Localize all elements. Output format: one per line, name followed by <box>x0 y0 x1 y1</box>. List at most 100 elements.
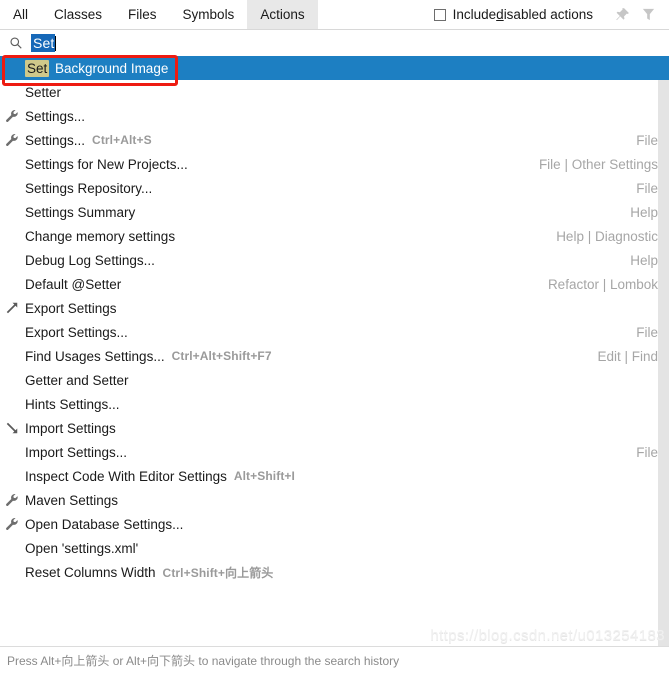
result-row[interactable]: Settings Repository... File <box>0 176 669 200</box>
result-row[interactable]: Reset Columns Width Ctrl+Shift+向上箭头 <box>0 560 669 584</box>
result-row-label: Change memory settings <box>25 229 175 244</box>
result-row[interactable]: Export Settings... File <box>0 320 669 344</box>
match-highlight: Set <box>25 59 50 77</box>
result-row[interactable]: Settings... <box>0 104 669 128</box>
result-row-group: File <box>636 132 658 148</box>
result-row-label: Set Background Image <box>25 59 168 77</box>
result-row-label: Settings Repository... <box>25 181 152 196</box>
result-row-group: Help <box>630 204 658 220</box>
result-row-shortcut: Ctrl+Alt+S <box>92 133 152 147</box>
include-disabled-prefix: Include <box>452 7 497 22</box>
result-row-text: Default @Setter <box>25 276 122 292</box>
result-row[interactable]: Default @Setter Refactor | Lombok <box>0 272 669 296</box>
result-row[interactable]: Debug Log Settings... Help <box>0 248 669 272</box>
result-row-shortcut: Ctrl+Shift+向上箭头 <box>162 565 274 580</box>
result-row-text: Import Settings... <box>25 444 128 460</box>
result-row-label: Getter and Setter <box>25 373 129 388</box>
result-row[interactable]: Setter <box>0 80 669 104</box>
wrench-icon <box>5 517 23 531</box>
result-row-group: Help <box>630 252 658 268</box>
result-row-group: File <box>636 180 658 196</box>
result-row[interactable]: Settings Summary Help <box>0 200 669 224</box>
result-row[interactable]: Hints Settings... <box>0 392 669 416</box>
result-row-text: Maven Settings <box>25 492 119 508</box>
result-row-label: Inspect Code With Editor Settings <box>25 469 227 484</box>
tab-all[interactable]: All <box>0 0 41 29</box>
search-input[interactable]: Set <box>31 34 56 52</box>
result-row[interactable]: Change memory settings Help | Diagnostic <box>0 224 669 248</box>
result-row[interactable]: Getter and Setter <box>0 368 669 392</box>
result-row-text: Import Settings <box>25 420 116 436</box>
result-row-text: Export Settings... <box>25 324 128 340</box>
watermark: https://blog.csdn.net/u013254183 <box>430 627 665 644</box>
result-row-label: Open 'settings.xml' <box>25 541 138 556</box>
result-row[interactable]: Find Usages Settings... Ctrl+Alt+Shift+F7… <box>0 344 669 368</box>
result-row-text: Open Database Settings... <box>25 516 184 532</box>
result-row-group: Edit | Find <box>597 348 658 364</box>
result-row[interactable]: Settings for New Projects... File | Other… <box>0 152 669 176</box>
tab-label: Classes <box>54 7 103 22</box>
tab-actions[interactable]: Actions <box>247 0 318 29</box>
include-disabled-mnemonic: d <box>496 7 504 22</box>
result-row-group: Refactor | Lombok <box>547 276 658 292</box>
search-icon <box>9 36 23 50</box>
result-row-group: File <box>636 444 658 460</box>
result-row-text: Change memory settings <box>25 228 176 244</box>
result-row-label: Settings... <box>25 109 85 124</box>
result-row-label: Import Settings... <box>25 445 127 460</box>
result-row[interactable]: Import Settings <box>0 416 669 440</box>
wrench-icon <box>5 109 23 123</box>
status-bar: Press Alt+向上箭头 or Alt+向下箭头 to navigate t… <box>0 646 669 674</box>
result-row[interactable]: Open 'settings.xml' <box>0 536 669 560</box>
result-row-text: Settings Repository... <box>25 180 153 196</box>
tab-classes[interactable]: Classes <box>41 0 115 29</box>
include-disabled-suffix: isabled actions <box>503 7 593 22</box>
tab-files[interactable]: Files <box>115 0 170 29</box>
wrench-icon <box>5 133 23 147</box>
result-row-group: Help | Diagnostic <box>556 228 658 244</box>
filter-funnel-icon[interactable] <box>635 2 661 28</box>
tab-bar: All Classes Files Symbols Actions Include di… <box>0 0 669 30</box>
pin-icon[interactable] <box>609 2 635 28</box>
result-row-label: Settings... <box>25 133 85 148</box>
tab-label: Symbols <box>182 7 235 22</box>
search-results-list[interactable]: Set Background Image Setter Settings... Set… <box>0 56 669 647</box>
result-row-text: Inspect Code With Editor Settings <box>25 468 227 484</box>
result-row-label: Export Settings <box>25 301 117 316</box>
tab-label: Files <box>128 7 157 22</box>
result-row[interactable]: Export Settings <box>0 296 669 320</box>
status-bar-text: Press Alt+向上箭头 or Alt+向下箭头 to navigate t… <box>7 654 400 668</box>
wrench-icon <box>5 493 23 507</box>
result-row-label: Reset Columns Width <box>25 565 156 580</box>
result-row-text: Getter and Setter <box>25 372 129 388</box>
search-bar[interactable]: Set <box>0 30 669 56</box>
result-row-text: Find Usages Settings... <box>25 348 165 364</box>
result-row-text: Settings... <box>25 132 86 148</box>
result-row[interactable]: Set Background Image <box>0 56 669 80</box>
result-row-text: Setter <box>25 84 62 100</box>
result-row-group: File <box>636 324 658 340</box>
result-row[interactable]: Open Database Settings... <box>0 512 669 536</box>
result-row-label: Import Settings <box>25 421 116 436</box>
export-icon <box>5 301 23 315</box>
tab-label: All <box>13 7 29 22</box>
result-row[interactable]: Import Settings... File <box>0 440 669 464</box>
include-disabled-actions-checkbox[interactable]: Include d isabled actions <box>433 7 593 22</box>
checkbox-box[interactable] <box>433 8 446 21</box>
result-row-text: Settings Summary <box>25 204 136 220</box>
tab-label: Actions <box>260 7 305 22</box>
result-row[interactable]: Inspect Code With Editor Settings Alt+Shi… <box>0 464 669 488</box>
result-row-label: Settings Summary <box>25 205 135 220</box>
result-row[interactable]: Settings... Ctrl+Alt+S File <box>0 128 669 152</box>
import-icon <box>5 421 23 435</box>
result-row-label: Debug Log Settings... <box>25 253 155 268</box>
result-row-label: Setter <box>25 85 61 100</box>
result-row-label: Settings for New Projects... <box>25 157 188 172</box>
text-caret <box>55 35 57 51</box>
result-row-text: Debug Log Settings... <box>25 252 155 268</box>
tab-symbols[interactable]: Symbols <box>170 0 248 29</box>
result-row-label: Hints Settings... <box>25 397 120 412</box>
result-row-label: Open Database Settings... <box>25 517 183 532</box>
result-row[interactable]: Maven Settings <box>0 488 669 512</box>
result-row-text: Reset Columns Width <box>25 564 156 580</box>
